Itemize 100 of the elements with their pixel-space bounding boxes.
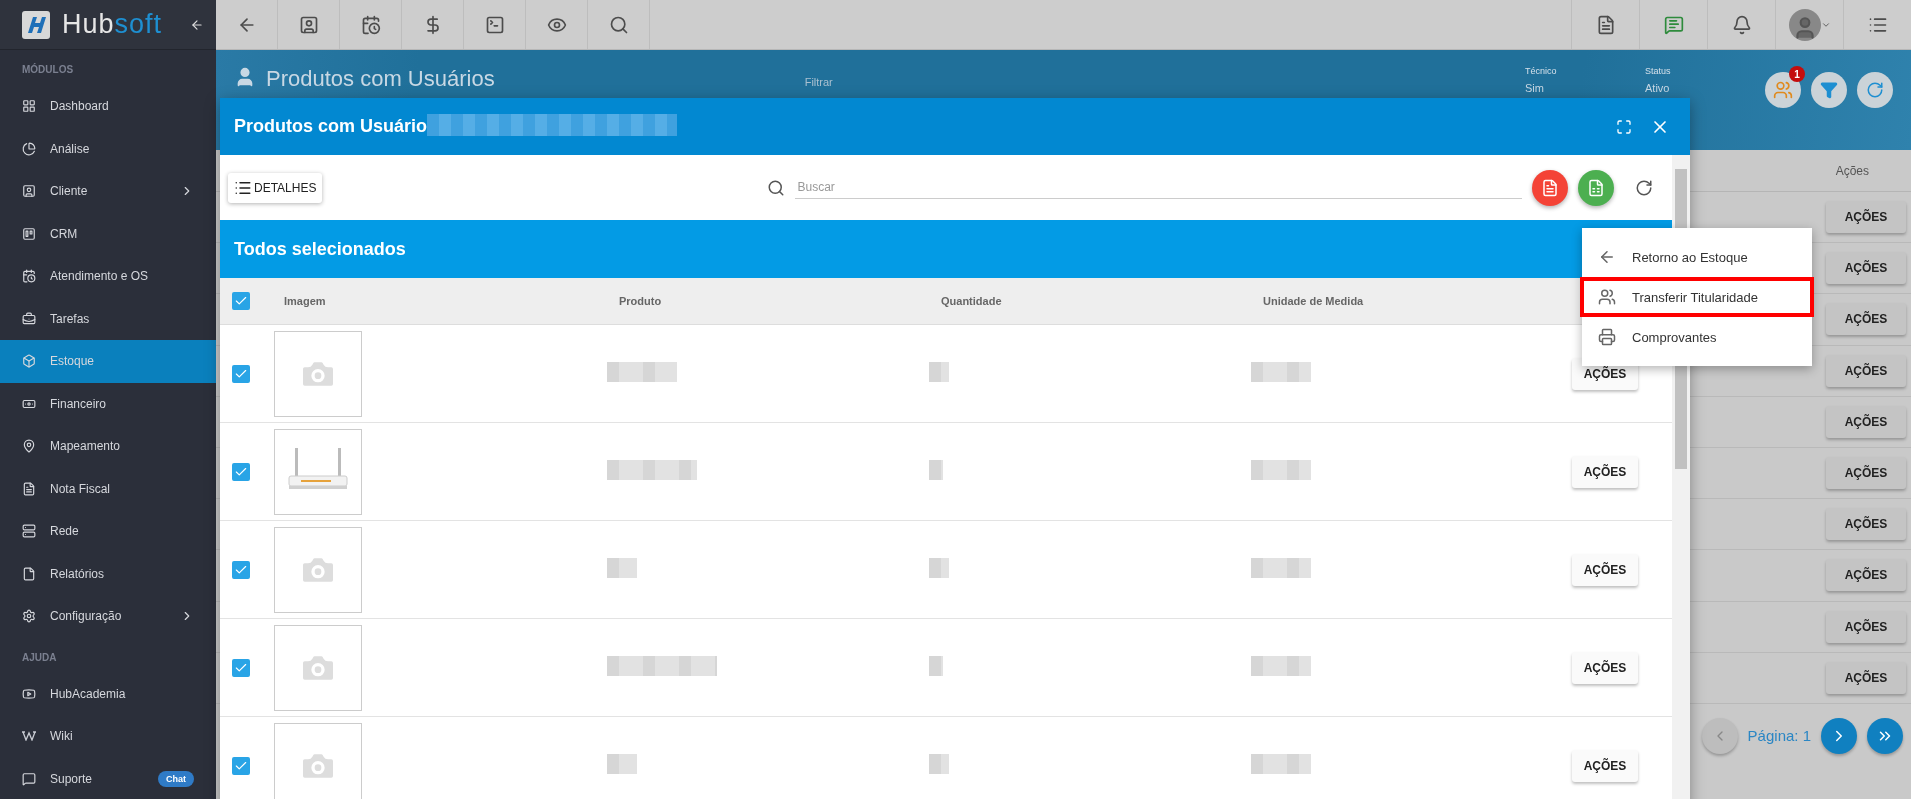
collapse-icon[interactable] bbox=[190, 17, 204, 32]
refresh-icon bbox=[1866, 81, 1884, 99]
people-icon bbox=[1773, 80, 1793, 100]
next-page-button[interactable] bbox=[1821, 717, 1857, 754]
menu-item[interactable]: Comprovantes bbox=[1580, 317, 1814, 357]
sidebar-item[interactable]: Relatórios bbox=[0, 552, 216, 595]
actions-button[interactable]: AÇÕES bbox=[1826, 354, 1906, 387]
section-title: AJUDA bbox=[21, 650, 58, 665]
sidebar-item[interactable]: Configuração bbox=[0, 595, 216, 638]
brand-name: soft bbox=[114, 9, 163, 39]
actions-button[interactable]: AÇÕES bbox=[1826, 559, 1906, 592]
sidebar-item[interactable]: Dashboard bbox=[0, 85, 216, 128]
row-checkbox[interactable] bbox=[232, 756, 250, 775]
row-checkbox[interactable] bbox=[232, 364, 250, 383]
message-icon bbox=[1663, 14, 1684, 35]
bell-icon bbox=[1731, 14, 1752, 35]
logo-icon bbox=[22, 10, 50, 39]
transfer-button[interactable] bbox=[1765, 72, 1801, 108]
video-icon bbox=[22, 686, 36, 701]
filter-select[interactable]: Ativo bbox=[1645, 82, 1755, 94]
column-header: Quantidade bbox=[940, 295, 1003, 307]
sidebar-item[interactable]: Atendimento e OS bbox=[0, 255, 216, 298]
briefcase-icon bbox=[22, 311, 36, 326]
pixelated-text bbox=[1251, 361, 1311, 382]
column-header: Imagem bbox=[283, 295, 327, 307]
avatar bbox=[1788, 8, 1821, 41]
section-title: MÓDULOS bbox=[21, 62, 75, 77]
actions-button[interactable]: AÇÕES bbox=[1572, 553, 1638, 586]
filter-button[interactable] bbox=[1811, 72, 1847, 108]
selection-title: Todos selecionados bbox=[234, 238, 406, 260]
sidebar-item[interactable]: Nota Fiscal bbox=[0, 467, 216, 510]
row-checkbox[interactable] bbox=[232, 658, 250, 677]
row-checkbox[interactable] bbox=[232, 560, 250, 579]
actions-button[interactable]: AÇÕES bbox=[1826, 405, 1906, 438]
actions-button[interactable]: AÇÕES bbox=[1572, 749, 1638, 782]
sidebar-item[interactable]: Cliente bbox=[0, 170, 216, 213]
actions-button[interactable]: AÇÕES bbox=[1826, 201, 1906, 234]
calendar-clock-icon bbox=[360, 14, 381, 35]
calendar-clock-icon bbox=[22, 269, 36, 284]
settings-icon bbox=[22, 609, 36, 624]
actions-button[interactable]: AÇÕES bbox=[1826, 661, 1906, 694]
actions-button[interactable]: AÇÕES bbox=[1826, 252, 1906, 285]
box-icon bbox=[22, 354, 36, 369]
board-icon bbox=[22, 226, 36, 241]
last-page-button[interactable] bbox=[1867, 717, 1903, 754]
excel-export-button[interactable] bbox=[1578, 169, 1614, 206]
page-indicator: Página: 1 bbox=[1747, 727, 1811, 745]
document-icon bbox=[22, 481, 36, 496]
actions-button[interactable]: AÇÕES bbox=[1826, 457, 1906, 490]
file-icon bbox=[22, 566, 36, 581]
menu-item[interactable]: Retorno ao Estoque bbox=[1580, 237, 1814, 277]
actions-button[interactable]: AÇÕES bbox=[1826, 303, 1906, 336]
filter-label: Técnico bbox=[1525, 66, 1558, 76]
actions-button[interactable]: AÇÕES bbox=[1572, 651, 1638, 684]
select-all-checkbox[interactable] bbox=[232, 292, 250, 310]
map-pin-icon bbox=[22, 439, 36, 454]
server-icon bbox=[22, 524, 36, 539]
pixelated-text bbox=[607, 557, 637, 578]
column-header: Unidade de Medida bbox=[1262, 295, 1365, 307]
filter-label: Status bbox=[1645, 66, 1672, 76]
pixelated-text bbox=[607, 361, 677, 382]
menu-item[interactable]: Transferir Titularidade bbox=[1580, 277, 1814, 317]
search-icon bbox=[767, 178, 786, 197]
sidebar-item[interactable]: HubAcademia bbox=[0, 672, 216, 715]
pixelated-text bbox=[929, 655, 943, 676]
sidebar-item[interactable]: Tarefas bbox=[0, 297, 216, 340]
modal-title: Produtos com Usuário bbox=[234, 116, 428, 137]
sidebar-item[interactable]: CRM bbox=[0, 212, 216, 255]
filter-select[interactable]: Sim bbox=[1525, 82, 1635, 94]
sidebar-item[interactable]: Wiki bbox=[0, 715, 216, 758]
column-header: Ações bbox=[1835, 163, 1869, 178]
sidebar-item[interactable]: Rede bbox=[0, 510, 216, 553]
sidebar-item[interactable]: Suporte Chat bbox=[0, 757, 216, 799]
brand-name: Hub bbox=[62, 9, 115, 39]
pixelated-text bbox=[1251, 557, 1311, 578]
chat-badge: Chat bbox=[158, 770, 194, 787]
chat-icon bbox=[22, 771, 36, 786]
details-button[interactable]: DETALHES bbox=[228, 172, 323, 203]
printer-icon bbox=[1598, 328, 1616, 346]
pixelated-text bbox=[929, 361, 949, 382]
grid-icon bbox=[22, 99, 36, 114]
pixelated-text bbox=[929, 753, 949, 774]
sidebar-item[interactable]: Mapeamento bbox=[0, 425, 216, 468]
row-checkbox[interactable] bbox=[232, 462, 250, 481]
check-icon bbox=[234, 294, 248, 308]
actions-button[interactable]: AÇÕES bbox=[1826, 508, 1906, 541]
terminal-icon bbox=[484, 14, 505, 35]
pdf-export-button[interactable] bbox=[1532, 169, 1568, 206]
pixelated-text bbox=[607, 753, 637, 774]
pixelated-text bbox=[1251, 655, 1311, 676]
actions-button[interactable]: AÇÕES bbox=[1572, 455, 1638, 488]
sidebar-item[interactable]: Análise bbox=[0, 127, 216, 170]
document-icon bbox=[1541, 178, 1559, 197]
pie-chart-icon bbox=[22, 141, 36, 156]
fullscreen-icon[interactable] bbox=[1616, 118, 1632, 135]
sidebar-item[interactable]: Financeiro bbox=[0, 382, 216, 425]
actions-button[interactable]: AÇÕES bbox=[1826, 610, 1906, 643]
people-icon bbox=[1598, 288, 1616, 306]
contact-card-icon bbox=[22, 184, 36, 199]
refresh-icon bbox=[1635, 178, 1653, 197]
